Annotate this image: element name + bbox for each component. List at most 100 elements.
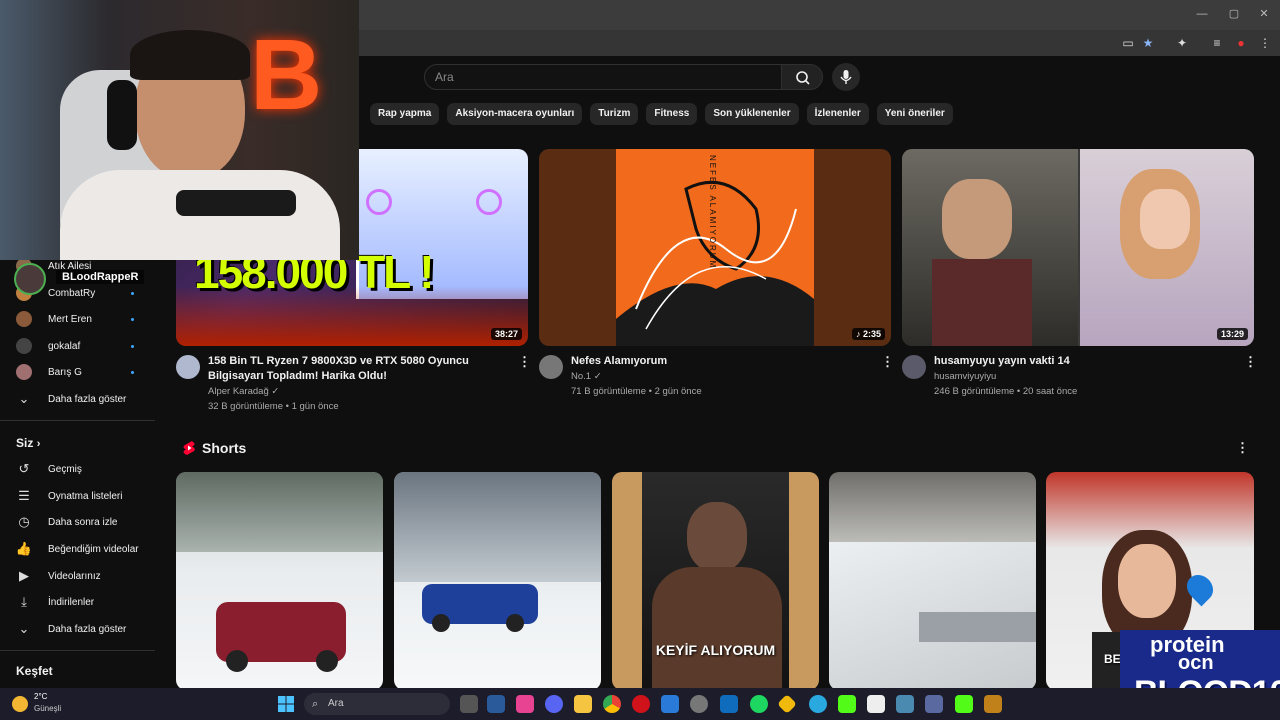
outlook-icon[interactable] xyxy=(720,695,738,713)
app-icon[interactable] xyxy=(809,695,827,713)
app-icon[interactable] xyxy=(896,695,914,713)
more-options-icon[interactable]: ⋮ xyxy=(518,355,531,369)
chip-izlenenler[interactable]: İzlenenler xyxy=(806,103,869,125)
webcam-overlay: B xyxy=(0,0,359,260)
channel-avatar[interactable] xyxy=(539,355,563,379)
shorts-more-options-icon[interactable]: ⋮ xyxy=(1236,441,1249,455)
weather-icon[interactable] xyxy=(12,696,28,712)
chrome-icon[interactable] xyxy=(603,695,621,713)
channel-avatar[interactable] xyxy=(902,355,926,379)
presenter-face xyxy=(1118,544,1176,618)
notepad-icon[interactable] xyxy=(867,695,885,713)
chevron-down-icon: ⌄ xyxy=(18,621,30,636)
chip-rap-yapma[interactable]: Rap yapma xyxy=(370,103,440,125)
mail-icon[interactable] xyxy=(661,695,679,713)
spotify-icon[interactable] xyxy=(750,695,768,713)
app-icon[interactable] xyxy=(690,695,708,713)
thumbs-up-icon: 👍 xyxy=(15,541,33,556)
search-icon xyxy=(796,71,810,85)
short-card[interactable]: KEYİF ALIYORUM xyxy=(612,472,819,690)
video-title[interactable]: 158 Bin TL Ryzen 7 9800X3D ve RTX 5080 O… xyxy=(208,354,508,384)
task-view-icon[interactable] xyxy=(460,695,478,713)
snowy-trees xyxy=(176,472,383,552)
thumbnail-text: NEFES ALAMIYORUM xyxy=(708,155,717,270)
sidebar-item-your-videos[interactable]: ▶ Videolarınız xyxy=(16,566,154,586)
sidebar-show-more-2[interactable]: ⌄ Daha fazla göster xyxy=(16,619,154,639)
search-icon: ⌕ xyxy=(312,698,319,710)
sidebar-divider xyxy=(0,420,155,421)
sidebar-subscription[interactable]: Barış G xyxy=(16,362,154,382)
video-thumbnail[interactable]: NEFES ALAMIYORUM ♪ 2:35 xyxy=(539,149,891,346)
close-icon[interactable]: ✕ xyxy=(1254,4,1274,24)
chip-turizm[interactable]: Turizm xyxy=(590,103,639,125)
maximize-icon[interactable]: ▢ xyxy=(1224,4,1244,24)
sidebar-item-label: Oynatma listeleri xyxy=(48,490,123,502)
screen: — ▢ ✕ ▭ ★ ✦ ≡ ● ⋮ Ara Rap yapma Aksiyon-… xyxy=(0,0,1280,720)
channel-name[interactable]: husamviyuyiyu xyxy=(934,369,996,384)
sidebar-item-label: Beğendiğim videolar xyxy=(48,543,139,555)
short-card[interactable] xyxy=(394,472,601,690)
app-icon[interactable] xyxy=(516,695,534,713)
media-control-icon[interactable]: ≡ xyxy=(1208,34,1226,52)
channel-name[interactable]: Alper Karadağ ✓ xyxy=(208,384,279,399)
history-icon: ↺ xyxy=(18,461,30,476)
taskbar-search[interactable]: ⌕ Ara xyxy=(304,693,450,715)
video-thumbnail[interactable]: 13:29 xyxy=(902,149,1254,346)
short-card[interactable] xyxy=(176,472,383,690)
chip-fitness[interactable]: Fitness xyxy=(646,103,698,125)
download-icon: ⤓ xyxy=(21,594,27,609)
verified-icon: ✓ xyxy=(271,386,280,397)
sidebar-divider xyxy=(0,650,155,651)
discord-icon[interactable] xyxy=(545,695,563,713)
video-meta: 246 B görüntüleme • 20 saat önce xyxy=(934,386,1078,397)
sidebar-item-watch-later[interactable]: ◷ Daha sonra izle xyxy=(16,512,154,532)
more-options-icon[interactable]: ⋮ xyxy=(881,355,894,369)
chip-son-yuklenenler[interactable]: Son yüklenenler xyxy=(705,103,799,125)
chip-yeni-oneriler[interactable]: Yeni öneriler xyxy=(876,103,953,125)
search-button[interactable] xyxy=(781,64,823,90)
athlete-body xyxy=(652,567,782,690)
video-meta: 32 B görüntüleme • 1 gün önce xyxy=(208,401,339,412)
duration-badge: 38:27 xyxy=(490,328,522,340)
video-title[interactable]: husamyuyu yayın vakti 14 xyxy=(934,354,1224,369)
extensions-icon[interactable]: ✦ xyxy=(1173,34,1191,52)
windows-start-icon[interactable] xyxy=(277,695,295,713)
clock-icon: ◷ xyxy=(18,514,30,529)
verified-icon: ✓ xyxy=(593,371,602,382)
kick-icon[interactable] xyxy=(955,695,973,713)
channel-avatar xyxy=(16,338,32,354)
voice-search-button[interactable] xyxy=(832,63,860,91)
sidebar-item-playlists[interactable]: ☰ Oynatma listeleri xyxy=(16,486,154,506)
browser-menu-icon[interactable]: ⋮ xyxy=(1256,34,1274,52)
bookmark-star-icon[interactable]: ★ xyxy=(1139,34,1157,52)
new-content-dot xyxy=(131,370,134,374)
sidebar-item-history[interactable]: ↺ Geçmiş xyxy=(16,459,154,479)
search-input[interactable]: Ara xyxy=(424,64,782,90)
channel-avatar[interactable] xyxy=(176,355,200,379)
more-options-icon[interactable]: ⋮ xyxy=(1244,355,1257,369)
app-icon[interactable] xyxy=(925,695,943,713)
sidebar-you-heading[interactable]: Siz › xyxy=(16,436,40,450)
profile-icon[interactable]: ● xyxy=(1232,34,1250,52)
chip-aksiyon-macera[interactable]: Aksiyon-macera oyunları xyxy=(447,103,583,125)
app-icon[interactable] xyxy=(984,695,1002,713)
sidebar-item-label: Daha sonra izle xyxy=(48,516,118,528)
sidebar-item-liked-videos[interactable]: 👍 Beğendiğim videolar xyxy=(16,539,154,559)
weather-temp[interactable]: 2°C xyxy=(34,692,47,701)
sidebar-item-downloads[interactable]: ⤓ İndirilenler xyxy=(16,592,154,612)
file-explorer-icon[interactable] xyxy=(574,695,592,713)
minimize-icon[interactable]: — xyxy=(1192,4,1212,24)
kick-icon[interactable] xyxy=(838,695,856,713)
sidebar-subscription[interactable]: Mert Eren xyxy=(16,309,154,329)
sidebar-show-more[interactable]: ⌄ Daha fazla göster xyxy=(16,389,154,409)
video-title[interactable]: Nefes Alamıyorum xyxy=(571,354,861,369)
steam-icon[interactable] xyxy=(487,695,505,713)
duration-badge: ♪ 2:35 xyxy=(851,328,885,340)
short-card[interactable] xyxy=(829,472,1036,690)
weather-desc[interactable]: Güneşli xyxy=(34,704,61,713)
channel-name[interactable]: No.1 ✓ xyxy=(571,369,602,384)
opera-icon[interactable] xyxy=(632,695,650,713)
streamer-cam-left xyxy=(902,149,1078,346)
sidebar-subscription[interactable]: gokalaf xyxy=(16,336,154,356)
cast-icon[interactable]: ▭ xyxy=(1119,34,1137,52)
